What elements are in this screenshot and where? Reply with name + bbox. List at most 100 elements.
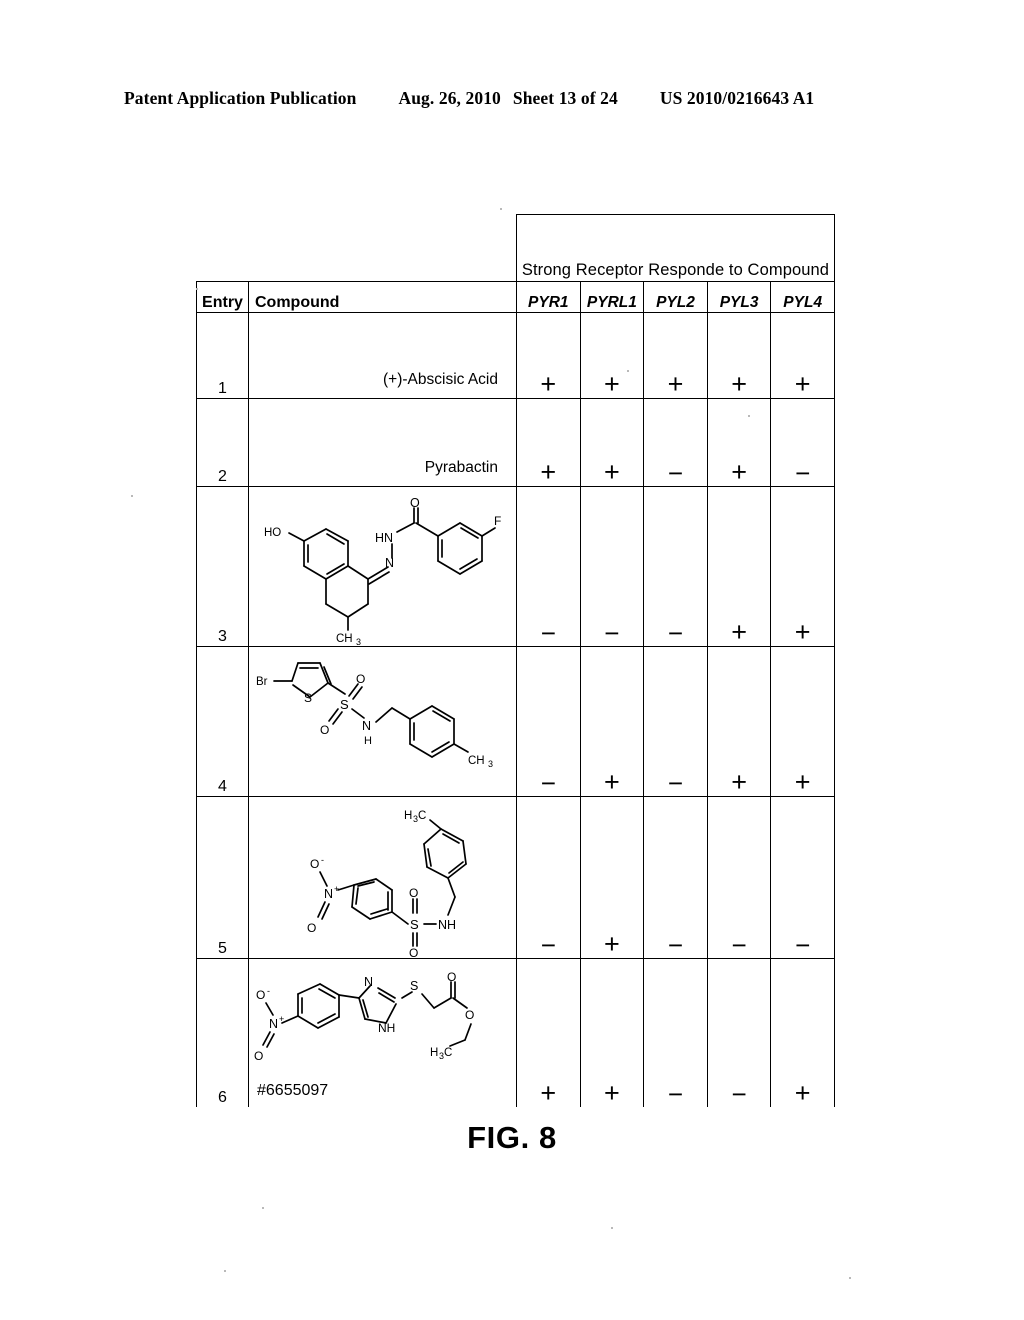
response-pyrl1: + [579,796,645,959]
svg-text:O: O [256,988,265,1002]
sheet-number: Sheet 13 of 24 [512,88,618,108]
group-header-spacer-entry [196,214,249,282]
svg-text:S: S [340,697,349,712]
table-row: 3 HO N HN O F CH 3 − − − + + [196,486,835,647]
svg-text:N: N [269,1017,278,1031]
response-pyl2: − [643,958,708,1107]
figure-caption: FIG. 8 [467,1120,557,1155]
svg-text:NH: NH [438,918,456,932]
svg-text:O: O [465,1008,474,1022]
svg-text:O: O [356,672,365,686]
svg-text:+: + [334,884,339,894]
scan-speck [196,288,198,290]
scan-speck [262,1207,264,1209]
response-pyl3: + [706,398,772,487]
scan-speck [500,208,502,210]
response-pyr1: − [516,646,581,797]
row-compound-cell: (+)-Abscisic Acid [248,312,517,399]
response-pyrl1: + [579,312,645,399]
svg-text:N: N [364,975,373,989]
svg-text:O: O [409,886,418,900]
row-compound-cell: H 3 C NH S O O N + O - O [248,796,517,959]
row-compound-cell: O - N + O N NH S O O H 3 C #6655097 [248,958,517,1107]
response-pyl4: + [770,486,835,647]
svg-text:C: C [444,1047,452,1059]
column-header-entry: Entry [196,281,249,313]
response-pyl4: − [770,796,835,959]
row-compound-cell: Br S S O O N H CH 3 [248,646,517,797]
response-pyl3: − [706,796,772,959]
chemical-structure-entry-3: HO N HN O F CH 3 [249,494,516,646]
svg-text:N: N [362,719,371,733]
compound-code: #6655097 [257,1081,329,1099]
response-pyrl1: + [579,958,645,1107]
scan-speck [748,415,750,417]
svg-text:3: 3 [356,637,361,646]
response-pyl2: − [643,486,708,647]
svg-text:Br: Br [256,676,268,688]
svg-text:-: - [321,855,324,865]
row-entry-number: 2 [196,398,249,487]
svg-text:H: H [364,735,372,747]
table-row: 1 (+)-Abscisic Acid + + + + + [196,312,835,399]
svg-text:O: O [310,857,319,871]
table-group-header-row: Strong Receptor Responde to Compound [196,214,835,282]
response-pyl3: − [706,958,772,1107]
page-header: Patent Application Publication Aug. 26, … [124,88,900,109]
svg-text:CH: CH [336,633,353,645]
response-pyl2: + [643,312,708,399]
row-compound-cell: HO N HN O F CH 3 [248,486,517,647]
svg-text:S: S [410,917,419,932]
row-compound-cell: Pyrabactin [248,398,517,487]
chemical-structure-entry-5: H 3 C NH S O O N + O - O [249,802,516,958]
svg-text:H: H [404,810,412,822]
row-entry-number: 3 [196,486,249,647]
row-entry-number: 6 [196,958,249,1107]
svg-text:S: S [304,691,312,705]
publication-label: Patent Application Publication [124,88,357,108]
table-row: 5 H 3 C NH S O O N + O - O − + − − − [196,796,835,959]
column-header-pyrl1: PYRL1 [579,281,645,313]
table-row: 6 O - N + O N NH S O O H 3 C #6655097 + … [196,958,835,1107]
table-row: 2 Pyrabactin + + − + − [196,398,835,487]
response-pyl2: − [643,796,708,959]
response-pyrl1: − [579,486,645,647]
row-entry-number: 1 [196,312,249,399]
figure-table-container: Strong Receptor Responde to Compound Ent… [196,214,835,1107]
response-pyl4: − [770,398,835,487]
column-header-compound: Compound [248,281,517,313]
response-pyl4: + [770,646,835,797]
svg-text:H: H [430,1047,438,1059]
response-pyl3: + [706,312,772,399]
response-pyrl1: + [579,646,645,797]
svg-text:O: O [409,946,418,958]
svg-text:O: O [320,723,329,737]
row-entry-number: 4 [196,646,249,797]
compound-name: Pyrabactin [424,459,498,476]
svg-text:HO: HO [264,527,281,539]
svg-text:O: O [410,496,420,510]
column-header-pyl4: PYL4 [770,281,835,313]
group-header-strong-receptor-response: Strong Receptor Responde to Compound [516,214,835,282]
patent-number: US 2010/0216643 A1 [659,88,815,108]
scan-speck [849,1277,851,1279]
svg-text:3: 3 [488,759,493,769]
response-pyl4: + [770,958,835,1107]
svg-text:O: O [254,1049,263,1063]
response-pyr1: + [516,398,581,487]
svg-text:O: O [447,970,456,984]
table-row: 4 Br S S O O N H CH 3 − + − + + [196,646,835,797]
svg-text:NH: NH [378,1021,395,1035]
svg-text:C: C [418,810,426,822]
response-pyr1: − [516,796,581,959]
column-header-pyl2: PYL2 [643,281,708,313]
response-pyr1: + [516,312,581,399]
receptor-response-table: Strong Receptor Responde to Compound Ent… [196,214,835,1107]
response-pyl2: − [643,646,708,797]
svg-text:HN: HN [375,531,393,545]
response-pyr1: − [516,486,581,647]
response-pyr1: + [516,958,581,1107]
response-pyrl1: + [579,398,645,487]
column-header-pyl3: PYL3 [706,281,772,313]
svg-text:F: F [494,514,501,528]
